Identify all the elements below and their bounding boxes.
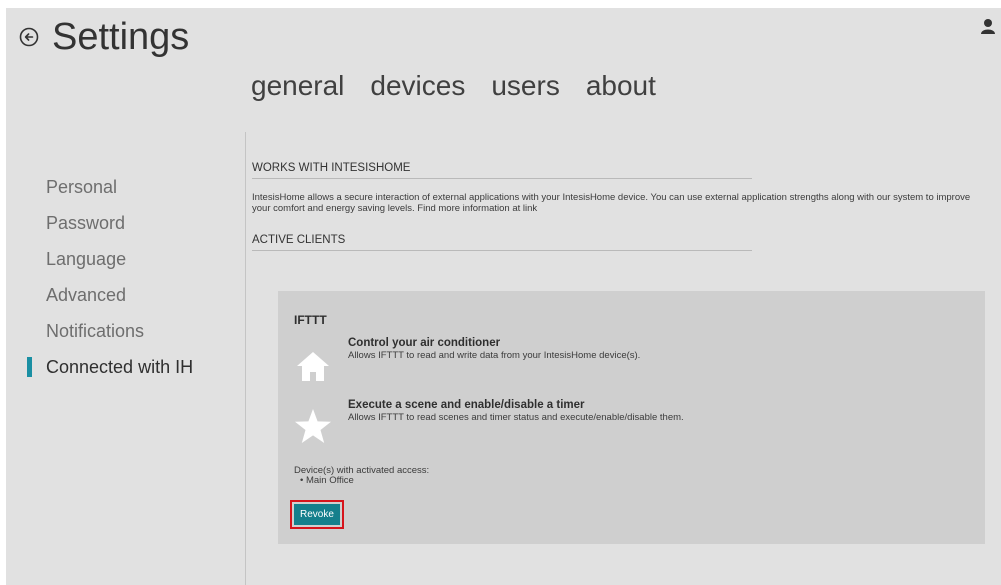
tab-general[interactable]: general [251,72,344,100]
settings-tabs: general devices users about [251,72,682,100]
user-menu-button[interactable] [981,18,995,34]
active-clients-heading: ACTIVE CLIENTS [252,234,752,251]
works-with-heading: WORKS WITH INTESISHOME [252,162,752,179]
list-item: Main Office [300,476,429,486]
permission-description: Allows IFTTT to read and write data from… [348,350,641,361]
title-row: Settings [18,12,189,62]
permission-description: Allows IFTTT to read scenes and timer st… [348,412,684,423]
permission-title: Execute a scene and enable/disable a tim… [348,399,585,411]
works-with-description: IntesisHome allows a secure interaction … [252,192,971,214]
client-name: IFTTT [294,313,327,327]
sidebar: Personal Password Language Advanced Noti… [27,176,194,392]
house-icon [292,345,334,387]
active-indicator [27,357,32,377]
star-icon [292,405,334,447]
page-title: Settings [52,16,190,58]
sidebar-item-language[interactable]: Language [46,248,193,284]
main-content: WORKS WITH INTESISHOME IntesisHome allow… [252,162,987,251]
sidebar-item-notifications[interactable]: Notifications [46,320,193,356]
device-list: Main Office [294,476,429,486]
sidebar-item-connected-with-ih[interactable]: Connected with IH [27,356,194,392]
back-button[interactable] [18,26,40,48]
client-card: IFTTT Control your air conditioner Allow… [278,291,985,544]
permission-item: Control your air conditioner Allows IFTT… [292,337,640,387]
circle-arrow-left-icon [19,27,39,47]
user-icon [981,19,995,34]
sidebar-item-personal[interactable]: Personal [46,176,193,212]
revoke-button[interactable]: Revoke [294,504,340,525]
tab-users[interactable]: users [491,72,559,100]
sidebar-item-password[interactable]: Password [46,212,193,248]
sidebar-item-advanced[interactable]: Advanced [46,284,193,320]
revoke-highlight: Revoke [290,500,344,529]
access-info: Device(s) with activated access: Main Of… [294,466,429,486]
permission-item: Execute a scene and enable/disable a tim… [292,399,684,447]
sidebar-item-label: Connected with IH [46,357,194,377]
sidebar-divider [245,132,246,585]
tab-devices[interactable]: devices [370,72,465,100]
tab-about[interactable]: about [586,72,656,100]
permission-title: Control your air conditioner [348,337,501,349]
